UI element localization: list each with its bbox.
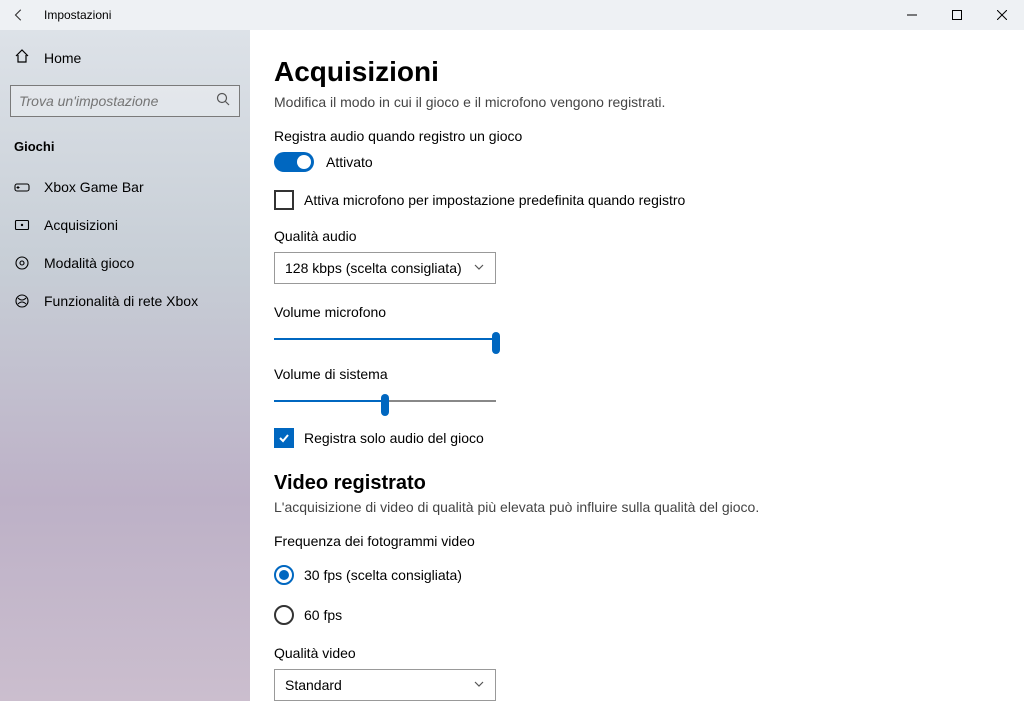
audio-quality-value: 128 kbps (scelta consigliata) (285, 260, 462, 276)
video-desc: L'acquisizione di video di qualità più e… (274, 499, 894, 515)
mic-volume-slider[interactable] (274, 330, 496, 348)
chevron-down-icon (473, 677, 485, 693)
gamemode-icon (14, 255, 30, 271)
audio-desc: Modifica il modo in cui il gioco e il mi… (274, 94, 894, 110)
sidebar: Home Giochi Xbox Game Bar Acquisizioni (0, 30, 250, 701)
nav-xbox-network[interactable]: Funzionalità di rete Xbox (0, 282, 250, 320)
video-quality-select[interactable]: Standard (274, 669, 496, 701)
page-title: Acquisizioni (274, 30, 894, 96)
fps-30-label: 30 fps (scelta consigliata) (304, 567, 462, 583)
nav-label: Xbox Game Bar (44, 179, 144, 195)
sys-volume-label: Volume di sistema (274, 366, 894, 382)
fps-30-radio[interactable] (274, 565, 294, 585)
titlebar: Impostazioni (0, 0, 1024, 30)
toggle-state-label: Attivato (326, 154, 373, 170)
search-input[interactable] (19, 93, 215, 109)
record-audio-toggle[interactable] (274, 152, 314, 172)
audio-quality-label: Qualità audio (274, 228, 894, 244)
nav-acquisizioni[interactable]: Acquisizioni (0, 206, 250, 244)
minimize-button[interactable] (889, 0, 934, 30)
home-label: Home (44, 50, 81, 66)
video-section-title: Video registrato (274, 472, 894, 495)
mic-volume-label: Volume microfono (274, 304, 894, 320)
record-audio-label: Registra audio quando registro un gioco (274, 128, 894, 144)
chevron-down-icon (473, 260, 485, 276)
mic-default-checkbox[interactable] (274, 190, 294, 210)
game-only-audio-checkbox[interactable] (274, 428, 294, 448)
gamebar-icon (14, 179, 30, 195)
nav-label: Modalità gioco (44, 255, 134, 271)
main-content: Acquisizioni Modifica il modo in cui il … (250, 30, 1024, 701)
fps-60-radio-row[interactable]: 60 fps (274, 605, 894, 625)
maximize-button[interactable] (934, 0, 979, 30)
audio-quality-select[interactable]: 128 kbps (scelta consigliata) (274, 252, 496, 284)
game-only-audio-label: Registra solo audio del gioco (304, 430, 484, 446)
nav-xbox-game-bar[interactable]: Xbox Game Bar (0, 168, 250, 206)
search-box[interactable] (10, 85, 240, 117)
game-only-audio-row[interactable]: Registra solo audio del gioco (274, 428, 894, 448)
search-icon (215, 91, 231, 112)
fps-60-radio[interactable] (274, 605, 294, 625)
home-icon (14, 48, 30, 67)
framerate-label: Frequenza dei fotogrammi video (274, 533, 894, 549)
video-quality-label: Qualità video (274, 645, 894, 661)
mic-default-checkbox-row[interactable]: Attiva microfono per impostazione predef… (274, 190, 894, 210)
close-button[interactable] (979, 0, 1024, 30)
category-heading: Giochi (0, 131, 250, 168)
xbox-icon (14, 293, 30, 309)
nav-label: Acquisizioni (44, 217, 118, 233)
back-button[interactable] (0, 8, 38, 22)
mic-default-label: Attiva microfono per impostazione predef… (304, 192, 685, 208)
nav-modalita-gioco[interactable]: Modalità gioco (0, 244, 250, 282)
nav-label: Funzionalità di rete Xbox (44, 293, 198, 309)
video-quality-value: Standard (285, 677, 342, 693)
home-nav[interactable]: Home (0, 38, 250, 77)
sys-volume-slider[interactable] (274, 392, 496, 410)
captures-icon (14, 217, 30, 233)
fps-30-radio-row[interactable]: 30 fps (scelta consigliata) (274, 565, 894, 585)
window-title: Impostazioni (38, 8, 111, 22)
fps-60-label: 60 fps (304, 607, 342, 623)
